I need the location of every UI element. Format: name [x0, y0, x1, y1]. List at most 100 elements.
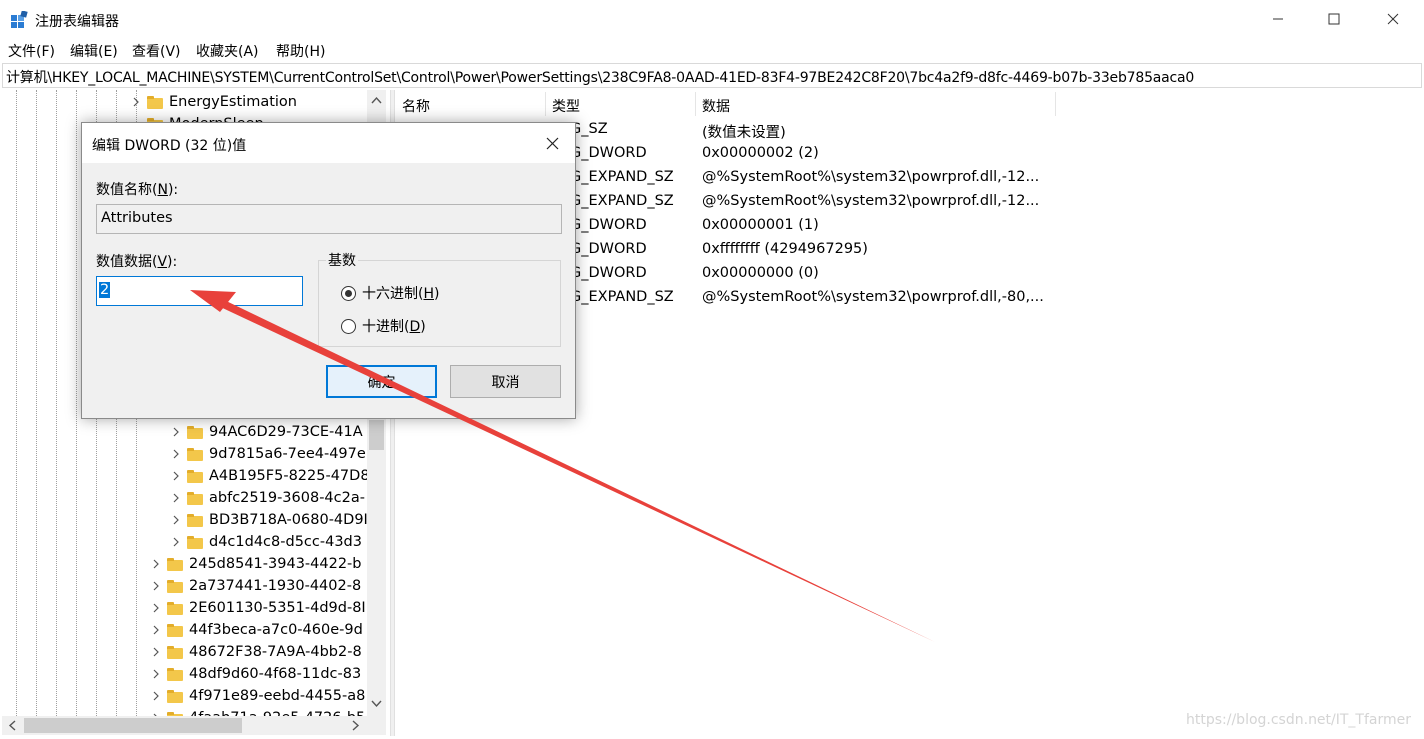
folder-icon	[187, 447, 203, 461]
tree-item[interactable]: abfc2519-3608-4c2a-	[169, 487, 365, 509]
chevron-right-icon[interactable]	[149, 601, 163, 615]
chevron-right-icon[interactable]	[149, 645, 163, 659]
tree-guide-line	[16, 90, 17, 720]
watermark: https://blog.csdn.net/IT_Tfarmer	[1186, 712, 1412, 728]
value-data-input[interactable]: 2	[96, 276, 303, 306]
menu-file[interactable]: 文件(F)	[8, 41, 55, 61]
scrollbar-thumb[interactable]	[369, 420, 384, 450]
value-data: @%SystemRoot%\system32\powrprof.dll,-80,…	[702, 289, 1044, 305]
folder-icon	[167, 689, 183, 703]
tree-item[interactable]: d4c1d4c8-d5cc-43d3	[169, 531, 362, 553]
tree-item-label: 2a737441-1930-4402-8	[189, 578, 362, 594]
chevron-right-icon[interactable]	[169, 447, 183, 461]
scroll-up-icon[interactable]	[371, 96, 382, 104]
tree-item[interactable]: BD3B718A-0680-4D9I	[169, 509, 368, 531]
radio-button[interactable]	[341, 318, 356, 334]
close-window-button[interactable]	[1370, 0, 1416, 38]
folder-icon	[167, 601, 183, 615]
value-data: 0x00000001 (1)	[702, 217, 819, 233]
window-titlebar: 注册表编辑器	[0, 0, 1424, 38]
tree-item[interactable]: 44f3beca-a7c0-460e-9d	[149, 619, 363, 641]
scroll-down-icon[interactable]	[371, 700, 382, 708]
maximize-button[interactable]	[1311, 0, 1357, 38]
value-type: G_DWORD	[570, 145, 647, 161]
tree-item[interactable]: 4f971e89-eebd-4455-a8	[149, 685, 365, 707]
chevron-right-icon[interactable]	[149, 667, 163, 681]
chevron-right-icon[interactable]	[169, 469, 183, 483]
value-name-label: 数值名称(N):	[96, 182, 179, 198]
column-header-type[interactable]: 类型	[546, 92, 696, 116]
dialog-close-button[interactable]	[539, 131, 565, 155]
chevron-right-icon[interactable]	[149, 689, 163, 703]
dialog-titlebar: 编辑 DWORD (32 位)值	[82, 123, 575, 163]
chevron-right-icon[interactable]	[129, 95, 143, 109]
chevron-right-icon[interactable]	[149, 623, 163, 637]
tree-item[interactable]: 245d8541-3943-4422-b	[149, 553, 362, 575]
folder-icon	[187, 469, 203, 483]
folder-icon	[187, 513, 203, 527]
tree-item[interactable]: 94AC6D29-73CE-41A	[169, 421, 363, 443]
menu-help[interactable]: 帮助(H)	[276, 41, 325, 61]
chevron-right-icon[interactable]	[169, 491, 183, 505]
column-header-name[interactable]: 名称	[396, 92, 546, 116]
scroll-left-icon[interactable]	[8, 720, 16, 731]
address-path[interactable]: 计算机\HKEY_LOCAL_MACHINE\SYSTEM\CurrentCon…	[6, 67, 1194, 87]
tree-horizontal-scrollbar[interactable]	[2, 716, 367, 735]
menu-view[interactable]: 查看(V)	[132, 41, 181, 61]
maximize-icon	[1328, 13, 1340, 25]
base-label: 基数	[326, 250, 358, 270]
tree-item[interactable]: 9d7815a6-7ee4-497e	[169, 443, 366, 465]
window-title: 注册表编辑器	[35, 14, 119, 30]
value-type: G_EXPAND_SZ	[570, 169, 674, 185]
menu-bar: 文件(F) 编辑(E) 查看(V) 收藏夹(A) 帮助(H)	[0, 38, 1424, 62]
radio-hexadecimal[interactable]: 十六进制(H)	[341, 283, 439, 303]
dialog-title: 编辑 DWORD (32 位)值	[92, 138, 247, 154]
dec-label: 十进制(D)	[362, 319, 426, 335]
scrollbar-thumb[interactable]	[24, 718, 242, 733]
close-icon	[1387, 13, 1399, 25]
registry-editor-icon	[11, 11, 28, 28]
minimize-icon	[1273, 18, 1283, 20]
cancel-button[interactable]: 取消	[450, 365, 561, 398]
chevron-right-icon[interactable]	[169, 425, 183, 439]
edit-dword-dialog: 编辑 DWORD (32 位)值 数值名称(N): Attributes 数值数…	[81, 122, 576, 419]
folder-icon	[167, 667, 183, 681]
tree-item[interactable]: 2a737441-1930-4402-8	[149, 575, 361, 597]
tree-item[interactable]: 48df9d60-4f68-11dc-83	[149, 663, 361, 685]
value-data: 0xffffffff (4294967295)	[702, 241, 868, 257]
tree-item[interactable]: EnergyEstimation	[129, 91, 297, 113]
hex-label: 十六进制(H)	[362, 286, 440, 302]
tree-item-label: 2E601130-5351-4d9d-8I	[189, 600, 366, 616]
ok-button[interactable]: 确定	[326, 365, 437, 398]
tree-item-label: 4f971e89-eebd-4455-a8	[189, 688, 366, 704]
tree-item-label: 245d8541-3943-4422-b	[189, 556, 362, 572]
tree-item-label: BD3B718A-0680-4D9I	[209, 512, 368, 528]
chevron-right-icon[interactable]	[149, 557, 163, 571]
value-type: G_EXPAND_SZ	[570, 289, 674, 305]
radio-decimal[interactable]: 十进制(D)	[341, 316, 426, 336]
chevron-right-icon[interactable]	[169, 535, 183, 549]
column-header-data[interactable]: 数据	[696, 92, 1056, 116]
value-type: G_DWORD	[570, 241, 647, 257]
value-data: (数值未设置)	[702, 125, 786, 141]
chevron-right-icon[interactable]	[169, 513, 183, 527]
tree-item[interactable]: A4B195F5-8225-47D8	[169, 465, 370, 487]
close-icon	[546, 137, 558, 149]
folder-icon	[187, 491, 203, 505]
tree-item-label: A4B195F5-8225-47D8	[209, 468, 370, 484]
chevron-right-icon[interactable]	[149, 579, 163, 593]
value-data-label: 数值数据(V):	[96, 254, 178, 270]
scroll-right-icon[interactable]	[352, 720, 360, 731]
address-bar[interactable]: 计算机\HKEY_LOCAL_MACHINE\SYSTEM\CurrentCon…	[2, 63, 1422, 88]
radio-button-checked[interactable]	[341, 285, 356, 301]
scrollbar-corner	[367, 716, 386, 735]
menu-favorites[interactable]: 收藏夹(A)	[196, 41, 259, 61]
menu-edit[interactable]: 编辑(E)	[70, 41, 118, 61]
tree-item[interactable]: 2E601130-5351-4d9d-8I	[149, 597, 366, 619]
tree-item[interactable]: 48672F38-7A9A-4bb2-8	[149, 641, 362, 663]
folder-icon	[167, 557, 183, 571]
value-data: @%SystemRoot%\system32\powrprof.dll,-12.…	[702, 193, 1040, 209]
value-data: 0x00000000 (0)	[702, 265, 819, 281]
tree-guide-line	[36, 90, 37, 720]
minimize-button[interactable]	[1255, 0, 1301, 38]
